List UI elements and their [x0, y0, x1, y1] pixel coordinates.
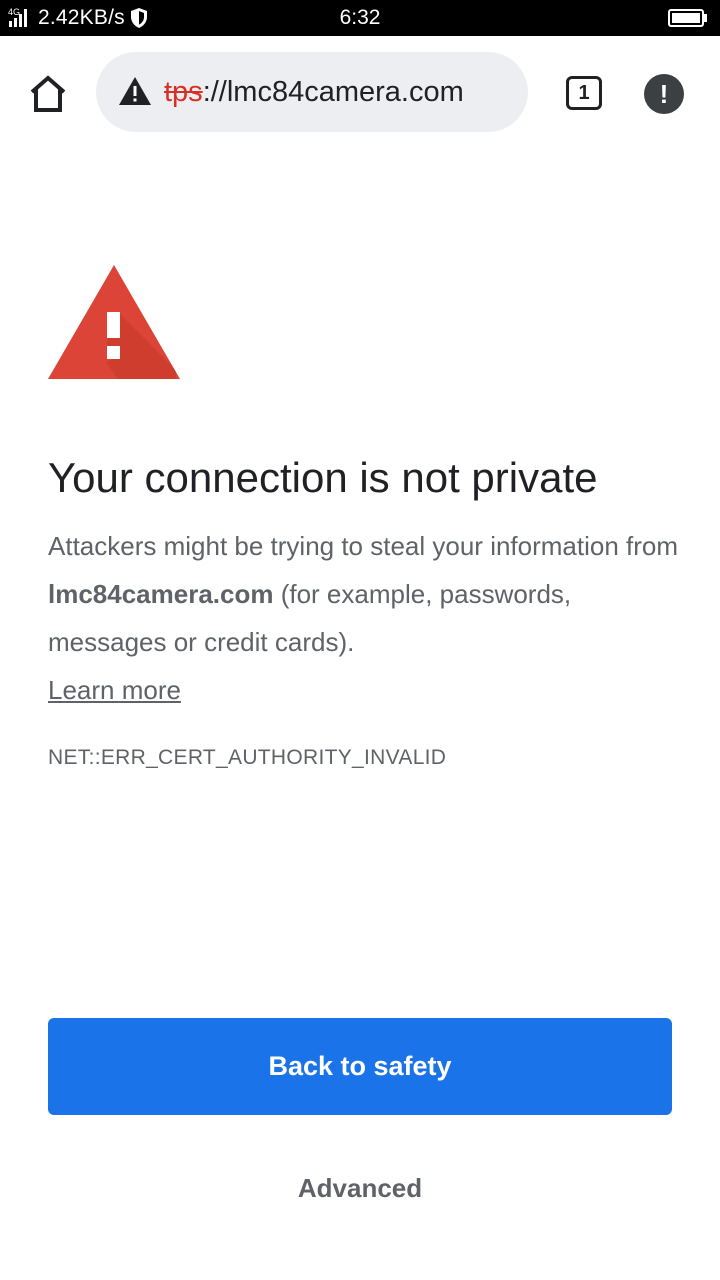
tab-count: 1 [578, 82, 590, 104]
description-prefix: Attackers might be trying to steal your … [48, 531, 679, 561]
back-to-safety-button[interactable]: Back to safety [48, 1018, 672, 1115]
large-warning-icon [48, 265, 180, 379]
url-text[interactable]: tps://lmc84camera.com [164, 52, 464, 132]
warning-triangle-icon[interactable] [118, 76, 152, 106]
menu-alert-icon[interactable]: ! [644, 74, 684, 114]
omnibox[interactable]: tps://lmc84camera.com [96, 52, 528, 132]
learn-more-link[interactable]: Learn more [48, 675, 181, 705]
battery-icon [668, 9, 707, 27]
tab-switcher-button[interactable]: 1 [566, 76, 602, 110]
description-domain: lmc84camera.com [48, 579, 274, 609]
url-scheme: tps [164, 76, 203, 108]
status-bar: 4G 2.42KB/s 6:32 [0, 0, 720, 36]
clock: 6:32 [339, 6, 381, 29]
error-code: NET::ERR_CERT_AUTHORITY_INVALID [48, 746, 447, 769]
warning-description: Attackers might be trying to steal your … [48, 522, 688, 714]
browser-toolbar: tps://lmc84camera.com 1 ! [0, 36, 720, 148]
url-host: ://lmc84camera.com [202, 76, 464, 108]
page-title: Your connection is not private [48, 454, 598, 501]
home-button[interactable] [24, 70, 72, 118]
home-icon [30, 75, 66, 112]
advanced-button[interactable]: Advanced [260, 1160, 460, 1216]
